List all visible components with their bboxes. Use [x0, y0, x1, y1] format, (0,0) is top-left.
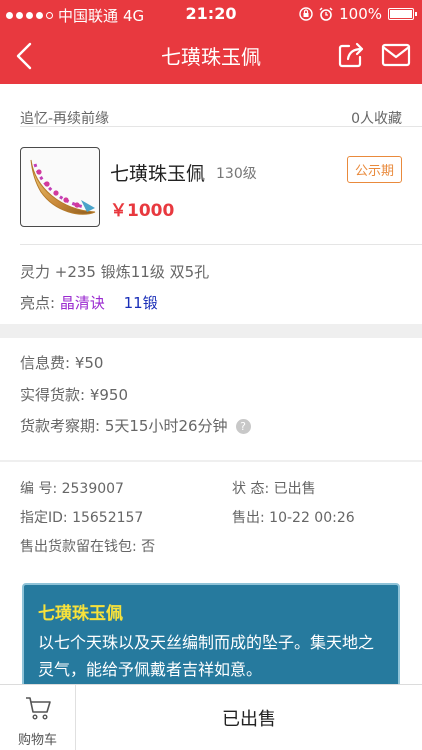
item-attributes: 灵力 +235 锻炼11级 双5孔: [20, 263, 210, 281]
bottom-bar: 购物车 已出售: [0, 684, 422, 750]
cart-label: 购物车: [17, 733, 57, 748]
sold-time: 售出: 10-22 00:26: [232, 510, 355, 526]
top-bar: 中国联通 4G 21:20 100% 七璜珠玉佩: [0, 0, 422, 84]
sold-status-button: 已出售: [222, 709, 276, 730]
trade-info-section: 编 号: 2539007 状 态: 已出售 指定ID: 15652157 售出:…: [0, 462, 422, 570]
wallet-setting: 售出货款留在钱包: 否: [20, 539, 156, 555]
item-level: 130级: [216, 166, 257, 182]
help-icon[interactable]: ?: [235, 419, 251, 434]
trade-id: 编 号: 2539007: [20, 481, 124, 497]
highlight-forge: 11锻: [123, 294, 158, 312]
divider: [20, 126, 422, 127]
battery-icon: [388, 8, 417, 20]
info-fee: 信息费: ¥50: [20, 354, 104, 372]
divider: [20, 244, 422, 245]
description-body: 以七个天珠以及天丝编制而成的坠子。集天地之灵气，能给予佩戴者吉祥如意。: [38, 633, 375, 679]
trade-status: 状 态: 已出售: [232, 481, 316, 497]
cart-button[interactable]: 购物车: [0, 685, 76, 750]
rotation-lock-icon: [299, 7, 313, 21]
highlight-skill: 晶清诀: [59, 294, 105, 312]
fee-section: 信息费: ¥50 实得货款: ¥950 货款考察期: 5天15小时26分钟?: [0, 338, 422, 460]
item-price: ￥1000: [110, 201, 175, 221]
item-highlights: 亮点: 晶清诀 11锻: [20, 292, 158, 313]
review-period: 货款考察期: 5天15小时26分钟?: [20, 415, 251, 436]
nav-bar: 七璜珠玉佩: [0, 28, 422, 84]
designated-id: 指定ID: 15652157: [20, 510, 144, 526]
description-title: 七璜珠玉佩: [38, 604, 123, 624]
mail-icon[interactable]: [380, 40, 412, 70]
actual-payment: 实得货款: ¥950: [20, 386, 128, 404]
item-card: 追忆-再续前缘 0人收藏 七璜珠玉佩 130级 公示期 ￥1000 灵力 +23…: [0, 84, 422, 324]
server-name: 追忆-再续前缘: [20, 111, 110, 127]
cart-icon: [26, 697, 51, 720]
item-name: 七璜珠玉佩: [110, 163, 206, 185]
description-section: 七璜珠玉佩 以七个天珠以及天丝编制而成的坠子。集天地之灵气，能给予佩戴者吉祥如意…: [0, 570, 422, 693]
status-badge: 公示期: [346, 156, 402, 183]
battery-percent: 100%: [339, 5, 382, 23]
item-description: 七璜珠玉佩 以七个天珠以及天丝编制而成的坠子。集天地之灵气，能给予佩戴者吉祥如意…: [22, 583, 400, 693]
status-bar: 中国联通 4G 21:20 100%: [0, 0, 422, 28]
alarm-icon: [319, 7, 333, 21]
pendant-icon: [30, 159, 96, 215]
highlight-label: 亮点:: [20, 294, 56, 312]
item-image[interactable]: [20, 147, 100, 227]
share-icon[interactable]: [336, 40, 366, 70]
favorite-count[interactable]: 0人收藏: [351, 108, 402, 128]
review-period-text: 货款考察期: 5天15小时26分钟: [20, 417, 228, 435]
